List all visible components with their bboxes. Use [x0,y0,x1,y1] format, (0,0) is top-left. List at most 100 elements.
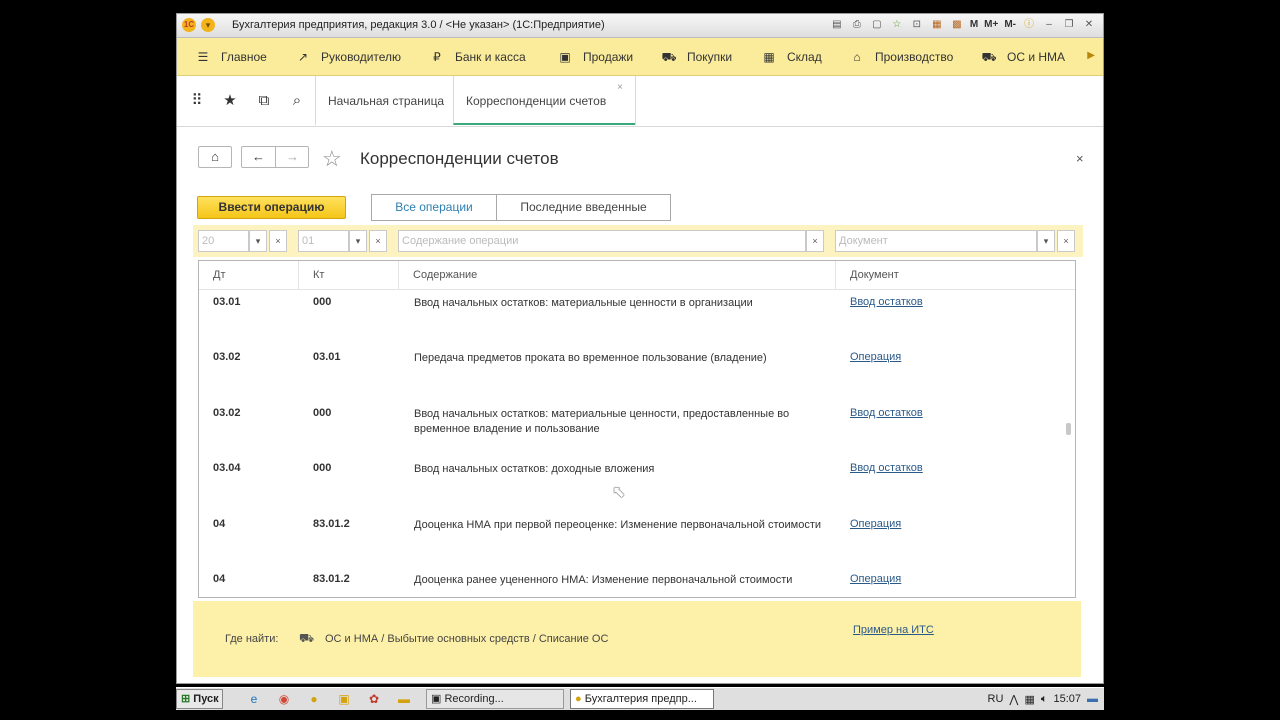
document-dropdown-icon[interactable]: ▾ [1037,230,1055,252]
forward-arrow-icon[interactable]: → [276,147,309,167]
dt-dropdown-icon[interactable]: ▾ [249,230,267,252]
cell-document-link[interactable]: Операция [850,351,901,363]
memory-plus-button[interactable]: M+ [983,17,999,33]
its-example-link[interactable]: Пример на ИТС [853,624,934,636]
back-arrow-icon[interactable]: ← [242,147,276,167]
task-accounting[interactable]: ● Бухгалтерия предпр... [570,689,714,709]
tab-correspondences[interactable]: Корреспонденции счетов × [453,76,635,125]
section-bank[interactable]: ₽ Банк и касса [429,49,526,65]
table-scrollbar[interactable] [1066,423,1071,435]
section-warehouse[interactable]: ▦ Склад [761,49,821,65]
start-button[interactable]: ⊞ Пуск [176,689,223,709]
kt-dropdown-icon[interactable]: ▾ [349,230,367,252]
clock[interactable]: 15:07 [1053,693,1081,705]
warehouse-icon: ▦ [763,50,775,64]
form-close-icon[interactable]: × [1076,151,1084,166]
calculator-icon[interactable]: ▦ [929,17,945,33]
table-row[interactable]: 03.02 03.01 Передача предметов проката в… [199,345,1061,400]
preview-icon[interactable]: ▢ [869,17,885,33]
save-icon[interactable]: ▤ [829,17,845,33]
close-window-icon[interactable]: ✕ [1081,17,1097,33]
favorites-star-icon[interactable]: ★ [221,93,239,109]
minimize-icon[interactable]: – [1041,17,1057,33]
tab-home[interactable]: Начальная страница [315,76,453,125]
info-icon[interactable]: ⓘ [1021,17,1037,33]
kt-clear-icon[interactable]: × [369,230,387,252]
cart-icon: ⛟ [661,50,677,64]
tab-label: Начальная страница [328,94,445,108]
header-dt[interactable]: Дт [199,261,299,289]
memory-m-button[interactable]: M [969,17,979,33]
content-filter-input[interactable]: Содержание операции [398,230,806,252]
section-manager[interactable]: ↗ Руководителю [295,49,401,65]
recording-icon: ▣ [431,693,442,705]
cell-document-link[interactable]: Ввод остатков [850,407,923,419]
cell-document-link[interactable]: Операция [850,518,901,530]
show-desktop-icon[interactable]: ▬ [1087,693,1098,705]
cell-kt: 83.01.2 [313,573,350,585]
dt-filter-input[interactable]: 20 [198,230,249,252]
section-main[interactable]: ☰ Главное [195,49,267,65]
kt-filter-input[interactable]: 01 [298,230,349,252]
section-label: Покупки [687,50,733,64]
history-icon[interactable]: ⧉ [255,93,273,109]
header-content[interactable]: Содержание [399,261,836,289]
tool-icon[interactable]: ✿ [366,691,382,707]
maximize-icon[interactable]: ❐ [1061,17,1077,33]
segment-all-operations[interactable]: Все операции [371,194,497,221]
dt-clear-icon[interactable]: × [269,230,287,252]
all-functions-icon[interactable]: ⠿ [188,93,206,109]
cell-document-link[interactable]: Операция [850,573,901,585]
language-indicator[interactable]: RU [988,693,1004,705]
table-row[interactable]: 03.04 000 Ввод начальных остатков: доход… [199,456,1061,511]
where-to-find-panel: Где найти: ⛟ ОС и НМА / Выбытие основных… [193,601,1081,677]
volume-icon[interactable]: 🔈︎ [1041,693,1048,706]
favorite-icon[interactable]: ☆ [889,17,905,33]
window-title: Бухгалтерия предприятия, редакция 3.0 / … [232,19,605,31]
search-icon[interactable]: ⌕ [288,93,306,109]
home-button[interactable]: ⌂ [198,146,232,168]
calendar-icon[interactable]: ▩ [949,17,965,33]
form-title: Корреспонденции счетов [360,149,559,168]
section-assets[interactable]: ⛟ ОС и НМА [981,49,1065,65]
task-recording[interactable]: ▣ Recording... [426,689,564,709]
title-bar: 1С ▾ Бухгалтерия предприятия, редакция 3… [177,14,1103,38]
tray-expand-icon[interactable]: ⋀ [1009,693,1018,706]
cell-document-link[interactable]: Ввод остатков [850,462,923,474]
section-panel: ☰ Главное ↗ Руководителю ₽ Банк и касса … [177,38,1103,76]
cell-content: Ввод начальных остатков: материальные це… [414,297,753,309]
content-clear-icon[interactable]: × [806,230,824,252]
ie-icon[interactable]: e [246,691,262,707]
memory-minus-button[interactable]: M- [1003,17,1017,33]
cell-dt: 03.01 [213,296,241,308]
tab-close-icon[interactable]: × [617,83,623,93]
section-purchases[interactable]: ⛟ Покупки [661,49,732,65]
add-favorite-icon[interactable]: ☆ [322,146,342,172]
table-row[interactable]: 03.02 000 Ввод начальных остатков: матер… [199,401,1061,456]
header-document[interactable]: Документ [836,261,1061,289]
network-icon[interactable]: ▦ [1024,693,1034,706]
recorder-icon[interactable]: ▣ [336,691,352,707]
folder-icon[interactable]: ▬ [396,691,412,707]
segment-recent-operations[interactable]: Последние введенные [496,194,671,221]
section-sales[interactable]: ▣ Продажи [557,49,633,65]
onec-quicklaunch-icon[interactable]: ● [306,691,322,707]
links-icon[interactable]: ⊡ [909,17,925,33]
document-clear-icon[interactable]: × [1057,230,1075,252]
cell-content: Дооценка НМА при первой переоценке: Изме… [414,519,821,531]
cell-kt: 000 [313,296,332,308]
cell-content: Передача предметов проката во временное … [414,352,767,364]
section-label: Главное [221,50,267,64]
table-row[interactable]: 04 83.01.2 Дооценка НМА при первой перео… [199,512,1061,567]
main-menu-icon[interactable]: ▾ [201,18,215,32]
cell-document-link[interactable]: Ввод остатков [850,296,923,308]
scroll-right-icon[interactable]: ▶ [1087,50,1095,61]
table-row[interactable]: 04 83.01.2 Дооценка ранее уцененного НМА… [199,567,1061,597]
chrome-icon[interactable]: ◉ [276,691,292,707]
table-row[interactable]: 03.01 000 Ввод начальных остатков: матер… [199,290,1061,345]
header-kt[interactable]: Кт [299,261,399,289]
enter-operation-button[interactable]: Ввести операцию [197,196,346,219]
section-production[interactable]: ⌂ Производство [849,49,953,65]
document-filter-input[interactable]: Документ [835,230,1037,252]
print-icon[interactable]: ⎙ [849,17,865,33]
